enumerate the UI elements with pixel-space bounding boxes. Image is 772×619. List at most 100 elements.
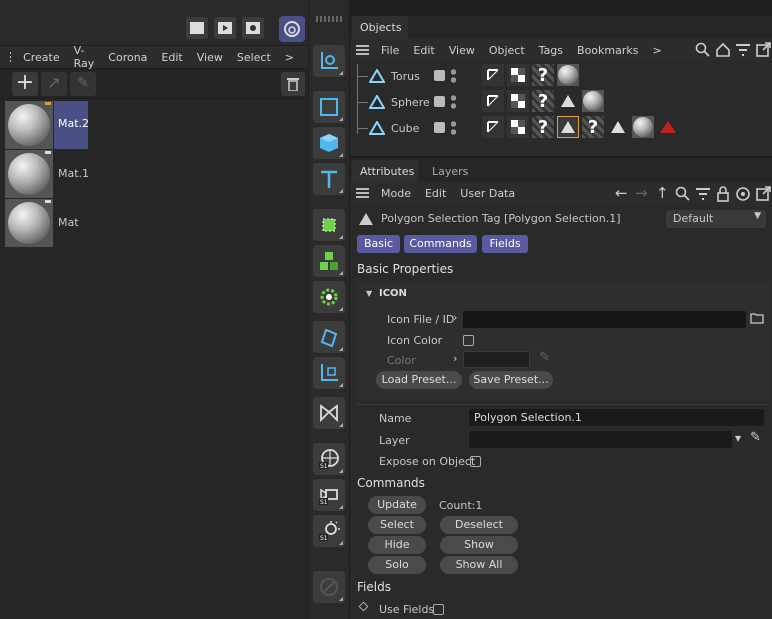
filter-icon[interactable]: [695, 186, 711, 202]
unknown-tag-icon[interactable]: ?: [532, 116, 554, 138]
hide-button[interactable]: Hide: [368, 536, 426, 554]
unknown-tag-icon[interactable]: ?: [532, 64, 554, 86]
points-icon[interactable]: [313, 209, 345, 241]
material-tag-icon[interactable]: [582, 90, 604, 112]
material-tag-icon[interactable]: [632, 116, 654, 138]
viewport-mode-icon[interactable]: [279, 16, 305, 42]
hamburger-icon[interactable]: [356, 45, 369, 55]
text-icon[interactable]: [313, 163, 345, 195]
tab-fields[interactable]: Fields: [482, 235, 528, 253]
menu-select[interactable]: Select: [237, 51, 271, 64]
light-icon[interactable]: S1: [313, 515, 345, 547]
cubes-icon[interactable]: [313, 245, 345, 277]
load-preset-button[interactable]: Load Preset...: [376, 371, 462, 389]
warning-tag-icon[interactable]: [657, 116, 679, 138]
null-axis-icon[interactable]: [313, 357, 345, 389]
show-all-button[interactable]: Show All: [440, 556, 518, 574]
unknown-tag-icon[interactable]: ?: [532, 90, 554, 112]
show-button[interactable]: Show: [440, 536, 518, 554]
new-window-icon[interactable]: [755, 42, 771, 58]
menu-view[interactable]: View: [197, 51, 223, 64]
menu-bookmarks[interactable]: Bookmarks: [577, 44, 638, 57]
chevron-right-icon[interactable]: ›: [453, 311, 457, 324]
trash-icon[interactable]: [281, 72, 305, 96]
folder-icon[interactable]: [750, 312, 764, 324]
select-button[interactable]: Select: [368, 516, 426, 534]
hamburger-icon[interactable]: [10, 52, 12, 62]
coordinate-icon[interactable]: [313, 45, 345, 77]
camera-icon[interactable]: S1: [313, 479, 345, 511]
uvw-tag-icon[interactable]: [507, 64, 529, 86]
unknown-tag-icon[interactable]: ?: [582, 116, 604, 138]
chevron-down-icon[interactable]: ▼: [366, 289, 372, 298]
menu-view[interactable]: View: [449, 44, 475, 57]
rectangle-icon[interactable]: [313, 91, 345, 123]
environment-icon[interactable]: S1: [313, 443, 345, 475]
fold-icon[interactable]: [313, 397, 345, 429]
disabled-tool-icon[interactable]: [313, 571, 345, 603]
uvw-tag-icon[interactable]: [507, 90, 529, 112]
object-row-sphere[interactable]: Sphere ?: [352, 90, 772, 114]
chevron-down-icon[interactable]: ▼: [735, 434, 741, 443]
layer-input[interactable]: [469, 431, 732, 448]
save-preset-button[interactable]: Save Preset...: [469, 371, 553, 389]
eyedropper-icon[interactable]: ✎: [539, 350, 550, 365]
back-arrow-icon[interactable]: ←: [615, 184, 628, 202]
phong-tag-icon[interactable]: [482, 90, 504, 112]
name-input[interactable]: Polygon Selection.1: [469, 409, 764, 426]
object-row-cube[interactable]: Cube ? ?: [352, 116, 772, 140]
forward-arrow-icon[interactable]: →: [635, 184, 648, 202]
clapper-icon[interactable]: [186, 17, 208, 39]
arrow-icon[interactable]: ↗: [41, 72, 67, 96]
visibility-dots-icon[interactable]: [451, 120, 456, 136]
icon-file-input[interactable]: [463, 311, 746, 328]
chevron-right-icon[interactable]: ›: [453, 352, 457, 365]
edit-icon[interactable]: [434, 122, 445, 133]
deformer-icon[interactable]: [313, 281, 345, 313]
new-window-icon[interactable]: [755, 186, 771, 202]
home-icon[interactable]: [715, 42, 731, 58]
color-swatch[interactable]: [463, 351, 530, 368]
menu-user-data[interactable]: User Data: [460, 187, 515, 200]
material-thumb[interactable]: [5, 150, 53, 198]
phong-tag-icon[interactable]: [482, 116, 504, 138]
object-row-torus[interactable]: Torus ?: [352, 64, 772, 88]
material-thumb[interactable]: [5, 101, 53, 149]
deselect-button[interactable]: Deselect: [440, 516, 518, 534]
menu-mode[interactable]: Mode: [381, 187, 411, 200]
menu-more[interactable]: >: [285, 51, 294, 64]
menu-edit[interactable]: Edit: [413, 44, 434, 57]
tab-objects[interactable]: Objects: [352, 16, 408, 39]
material-name[interactable]: Mat.1: [58, 167, 89, 180]
update-button[interactable]: Update: [368, 496, 426, 514]
eyedropper-icon[interactable]: ✎: [750, 430, 761, 445]
material-label-selected[interactable]: Mat.2: [54, 101, 89, 149]
material-tag-icon[interactable]: [557, 64, 579, 86]
selection-tag-icon[interactable]: [557, 90, 579, 112]
up-arrow-icon[interactable]: ↑: [656, 184, 669, 202]
render-icon[interactable]: [214, 17, 236, 39]
expose-checkbox[interactable]: [470, 456, 481, 467]
icon-color-checkbox[interactable]: [463, 335, 474, 346]
lock-icon[interactable]: [715, 186, 731, 202]
phong-tag-icon[interactable]: [482, 64, 504, 86]
icon-group-label[interactable]: ICON: [379, 288, 407, 299]
visibility-dots-icon[interactable]: [451, 68, 456, 84]
material-thumb[interactable]: [5, 199, 53, 247]
menu-create[interactable]: Create: [23, 51, 60, 64]
menu-file[interactable]: File: [381, 44, 399, 57]
menu-edit[interactable]: Edit: [425, 187, 446, 200]
use-fields-checkbox[interactable]: [433, 604, 444, 615]
visibility-dots-icon[interactable]: [451, 94, 456, 110]
menu-tags[interactable]: Tags: [539, 44, 563, 57]
filter-icon[interactable]: [735, 42, 751, 58]
search-icon[interactable]: [675, 186, 691, 202]
add-icon[interactable]: +: [12, 72, 38, 96]
tab-commands[interactable]: Commands: [404, 235, 477, 253]
edit-icon[interactable]: [434, 96, 445, 107]
hamburger-icon[interactable]: [356, 188, 369, 198]
menu-edit[interactable]: Edit: [161, 51, 182, 64]
edit-icon[interactable]: [434, 70, 445, 81]
uvw-tag-icon[interactable]: [507, 116, 529, 138]
material-name[interactable]: Mat: [58, 216, 79, 229]
